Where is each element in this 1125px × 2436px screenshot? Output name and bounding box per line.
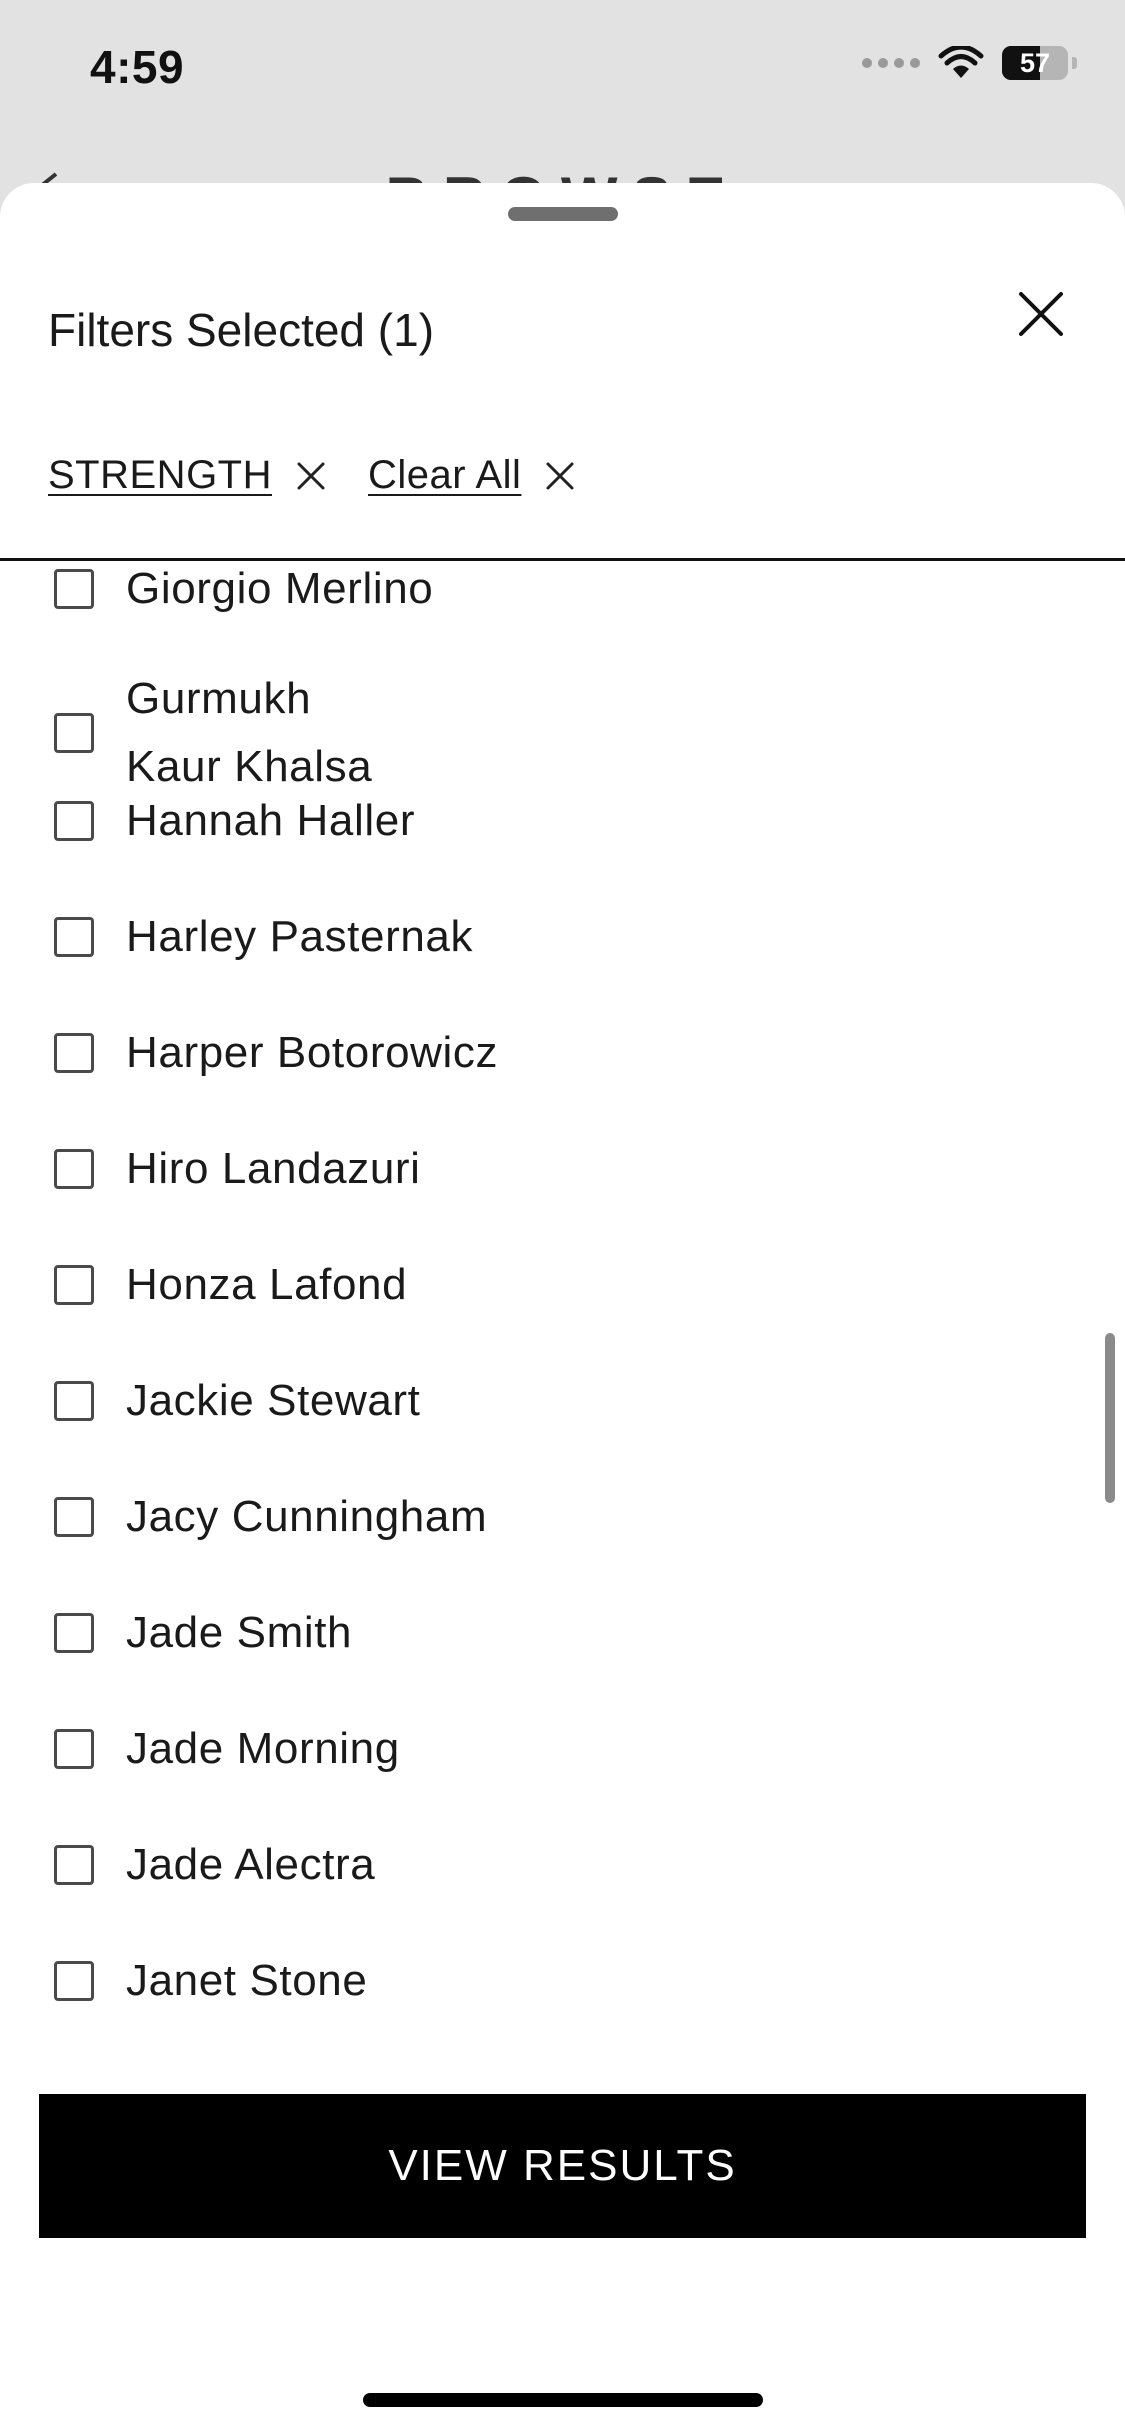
status-bar: 4:59 57 — [0, 0, 1125, 140]
list-item[interactable]: Gurmukh Kaur Khalsa — [54, 665, 372, 801]
list-item-label: Honza Lafond — [126, 1260, 408, 1309]
checkbox[interactable] — [54, 1613, 94, 1653]
list-item-label: Jacy Cunningham — [126, 1492, 488, 1541]
checkbox[interactable] — [54, 1497, 94, 1537]
view-results-button[interactable]: VIEW RESULTS — [39, 2094, 1086, 2238]
list-item[interactable]: Jade Smith — [54, 1599, 352, 1667]
list-item-label: Hannah Haller — [126, 796, 416, 845]
list-item-label: Jade Smith — [126, 1608, 353, 1657]
battery-icon: 57 — [1002, 46, 1068, 80]
wifi-icon — [938, 46, 984, 78]
status-time: 4:59 — [90, 41, 185, 93]
checkbox[interactable] — [54, 801, 94, 841]
checkbox[interactable] — [54, 1845, 94, 1885]
chip-strength-label[interactable]: STRENGTH — [48, 453, 272, 498]
list-item[interactable]: Giorgio Merlino — [54, 561, 433, 623]
checkbox[interactable] — [54, 917, 94, 957]
battery-level: 57 — [1019, 47, 1051, 78]
list-item[interactable]: Hiro Landazuri — [54, 1135, 421, 1203]
list-item-label: Giorgio Merlino — [126, 564, 434, 613]
checkbox[interactable] — [54, 569, 94, 609]
list-item-label: Jackie Stewart — [126, 1376, 421, 1425]
close-button[interactable] — [1010, 283, 1072, 345]
battery-cap — [1072, 57, 1077, 69]
clear-all-link[interactable]: Clear All — [368, 453, 521, 498]
list-item[interactable]: Jackie Stewart — [54, 1367, 421, 1435]
list-item-label: Harper Botorowicz — [126, 1028, 499, 1077]
list-item-label: Jade Morning — [126, 1724, 400, 1773]
list-item-label: Harley Pasternak — [126, 912, 474, 961]
instructor-filter-list[interactable]: Giorgio Merlino Gurmukh Kaur Khalsa Hann… — [0, 561, 1125, 2268]
clear-all-icon[interactable] — [543, 459, 577, 493]
list-item-label: Jade Alectra — [126, 1840, 376, 1889]
close-icon — [1019, 292, 1063, 336]
selected-filter-chips: STRENGTH Clear All — [48, 453, 617, 498]
checkbox[interactable] — [54, 1033, 94, 1073]
list-item[interactable]: Honza Lafond — [54, 1251, 407, 1319]
checkbox[interactable] — [54, 713, 94, 753]
remove-strength-icon[interactable] — [294, 459, 328, 493]
list-item-label: Hiro Landazuri — [126, 1144, 421, 1193]
filter-sheet: Filters Selected (1) STRENGTH Clear All — [0, 183, 1125, 2436]
sheet-grabber-handle[interactable] — [508, 207, 618, 221]
list-item[interactable]: Harper Botorowicz — [54, 1019, 498, 1087]
filters-selected-title: Filters Selected (1) — [48, 304, 435, 356]
home-indicator[interactable] — [363, 2393, 763, 2407]
checkbox[interactable] — [54, 1729, 94, 1769]
checkbox[interactable] — [54, 1381, 94, 1421]
list-item[interactable]: Jade Alectra — [54, 1831, 375, 1899]
list-item-label: Janet Stone — [126, 1956, 368, 2005]
list-item[interactable]: Jade Morning — [54, 1715, 400, 1783]
list-item[interactable]: Janet Stone — [54, 1947, 367, 2015]
cellular-signal-icon — [862, 58, 920, 68]
chip-clear-all[interactable]: Clear All — [368, 453, 577, 498]
list-item-label: Gurmukh Kaur Khalsa — [126, 674, 373, 791]
chip-strength[interactable]: STRENGTH — [48, 453, 328, 498]
checkbox[interactable] — [54, 1149, 94, 1189]
scrollbar[interactable] — [1105, 1333, 1115, 1503]
list-item[interactable]: Jacy Cunningham — [54, 1483, 487, 1551]
checkbox[interactable] — [54, 1265, 94, 1305]
list-item[interactable]: Harley Pasternak — [54, 903, 473, 971]
status-icons: 57 — [862, 46, 1077, 80]
checkbox[interactable] — [54, 1961, 94, 2001]
list-item[interactable]: Hannah Haller — [54, 787, 415, 855]
